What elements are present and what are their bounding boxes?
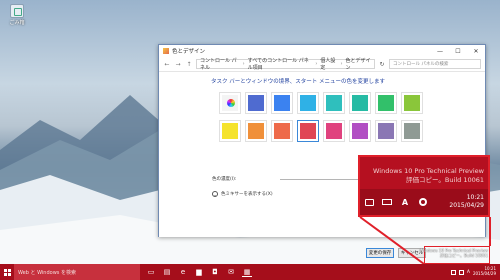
- color-intensity-row: 色の濃度(I):: [212, 176, 371, 182]
- auto-color-swatch[interactable]: [219, 92, 241, 114]
- dialog-buttons: 変更の保存 キャンセル: [366, 248, 426, 258]
- swatch-fill: [326, 123, 342, 139]
- save-changes-button[interactable]: 変更の保存: [366, 248, 394, 258]
- small-watermark-line-2: 評価コピー。Build 10061: [440, 253, 488, 259]
- swatch-fill: [378, 95, 394, 111]
- swatch-fill: [404, 95, 420, 111]
- color-intensity-label: 色の濃度(I):: [212, 177, 237, 182]
- swatch-fill: [274, 123, 290, 139]
- breadcrumb-separator-icon: ›: [340, 61, 343, 67]
- window-titlebar[interactable]: 色とデザイン — ☐ ✕: [159, 45, 485, 57]
- color-swatch[interactable]: [349, 120, 371, 142]
- color-swatch[interactable]: [375, 92, 397, 114]
- swatch-fill: [248, 123, 264, 139]
- color-wheel-icon: [227, 99, 235, 107]
- keyboard-small-icon[interactable]: [458, 269, 464, 275]
- color-swatch-grid: [219, 92, 423, 142]
- breadcrumb-item[interactable]: すべてのコントロール パネル項目: [248, 57, 313, 71]
- explorer-icon[interactable]: ▤: [162, 267, 172, 277]
- color-swatch[interactable]: [271, 120, 293, 142]
- watermark-line-2: 評価コピー。Build 10061: [406, 175, 484, 184]
- color-swatch[interactable]: [219, 120, 241, 142]
- up-arrow-icon[interactable]: ↑: [185, 61, 193, 68]
- taskbar: Web と Windows を検索 ▭ ▤ e ▆ ◘ ✉ ▦ A 10:21 …: [0, 264, 500, 280]
- ime-small-icon[interactable]: A: [467, 270, 470, 275]
- desktop-watermark: Windows 10 Pro Technical Preview 評価コピー。B…: [420, 248, 488, 258]
- address-bar: ← → ↑ コントロール パネル › すべてのコントロール パネル項目 › 個人…: [159, 57, 485, 71]
- color-swatch[interactable]: [323, 92, 345, 114]
- color-swatch[interactable]: [323, 120, 345, 142]
- color-swatch[interactable]: [375, 120, 397, 142]
- recycle-bin-icon: [10, 4, 24, 18]
- breadcrumb[interactable]: コントロール パネル › すべてのコントロール パネル項目 › 個人設定 › 色…: [196, 57, 375, 71]
- color-swatch[interactable]: [245, 92, 267, 114]
- control-panel-search-input[interactable]: コントロール パネルの検索: [389, 59, 481, 69]
- breadcrumb-separator-icon: ›: [242, 61, 245, 67]
- minimize-button[interactable]: —: [431, 45, 449, 57]
- callout-time: 10:21: [466, 194, 484, 202]
- action-center-icon[interactable]: [364, 198, 374, 206]
- internet-explorer-icon[interactable]: e: [178, 267, 188, 277]
- callout-date: 2015/04/29: [449, 202, 484, 209]
- watermark-line-1: Windows 10 Pro Technical Preview: [372, 167, 484, 175]
- folder-icon[interactable]: ▆: [194, 267, 204, 277]
- callout-watermark: Windows 10 Pro Technical Preview 評価コピー。B…: [373, 167, 484, 185]
- swatch-fill: [222, 95, 238, 111]
- windows-logo-icon: [3, 268, 11, 276]
- taskbar-date: 2015/04/29: [472, 271, 496, 276]
- swatch-fill: [274, 95, 290, 111]
- forward-arrow-icon[interactable]: →: [174, 61, 182, 68]
- recycle-bin-desktop-icon[interactable]: ごみ箱: [6, 4, 28, 26]
- window-app-icon: [163, 48, 169, 54]
- refresh-icon[interactable]: ↻: [378, 61, 386, 68]
- desktop-icon-label: ごみ箱: [9, 20, 25, 26]
- window-title: 色とデザイン: [172, 49, 206, 55]
- slider-track: [280, 178, 371, 180]
- breadcrumb-item[interactable]: コントロール パネル: [200, 57, 240, 71]
- start-button[interactable]: [0, 264, 14, 280]
- breadcrumb-separator-icon: ›: [315, 61, 318, 67]
- breadcrumb-item[interactable]: 個人設定: [320, 57, 337, 71]
- taskbar-clock[interactable]: 10:21 2015/04/29: [472, 266, 496, 277]
- show-color-mixer-label: 色ミキサーを表示する(X): [221, 192, 273, 197]
- zoomed-taskbar-callout: Windows 10 Pro Technical Preview 評価コピー。B…: [358, 155, 490, 217]
- color-swatch[interactable]: [271, 92, 293, 114]
- mail-icon[interactable]: ✉: [226, 267, 236, 277]
- color-swatch[interactable]: [297, 120, 319, 142]
- disk-icon[interactable]: [418, 198, 428, 206]
- maximize-button[interactable]: ☐: [449, 45, 467, 57]
- back-arrow-icon[interactable]: ←: [163, 61, 171, 68]
- callout-system-tray: A 10:21 2015/04/29: [360, 189, 488, 215]
- swatch-fill: [248, 95, 264, 111]
- store-icon[interactable]: ◘: [210, 267, 220, 277]
- show-color-mixer-toggle[interactable]: ⌄ 色ミキサーを表示する(X): [212, 191, 273, 197]
- action-center-small-icon[interactable]: [450, 269, 456, 275]
- swatch-fill: [404, 123, 420, 139]
- swatch-fill: [352, 123, 368, 139]
- swatch-fill: [300, 95, 316, 111]
- swatch-fill: [300, 123, 316, 139]
- color-swatch[interactable]: [401, 120, 423, 142]
- taskbar-tray: A 10:21 2015/04/29: [450, 266, 500, 277]
- callout-clock[interactable]: 10:21 2015/04/29: [449, 194, 484, 210]
- taskbar-apps: ▭ ▤ e ▆ ◘ ✉ ▦: [146, 267, 252, 277]
- color-swatch[interactable]: [349, 92, 371, 114]
- page-title: タスク バーとウィンドウの境界、スタート メニューの色を変更します: [211, 79, 385, 85]
- color-intensity-slider[interactable]: [280, 176, 371, 182]
- color-swatch[interactable]: [297, 92, 319, 114]
- color-swatch[interactable]: [245, 120, 267, 142]
- ime-mode-icon[interactable]: A: [400, 198, 410, 207]
- swatch-fill: [222, 123, 238, 139]
- keyboard-icon[interactable]: [382, 198, 392, 206]
- swatch-fill: [378, 123, 394, 139]
- close-button[interactable]: ✕: [467, 45, 485, 57]
- taskbar-search-box[interactable]: Web と Windows を検索: [14, 264, 140, 280]
- swatch-fill: [352, 95, 368, 111]
- control-panel-icon[interactable]: ▦: [242, 267, 252, 277]
- chevron-down-icon: ⌄: [212, 191, 218, 197]
- task-view-icon[interactable]: ▭: [146, 267, 156, 277]
- color-swatch[interactable]: [401, 92, 423, 114]
- breadcrumb-item[interactable]: 色とデザイン: [345, 57, 371, 71]
- swatch-fill: [326, 95, 342, 111]
